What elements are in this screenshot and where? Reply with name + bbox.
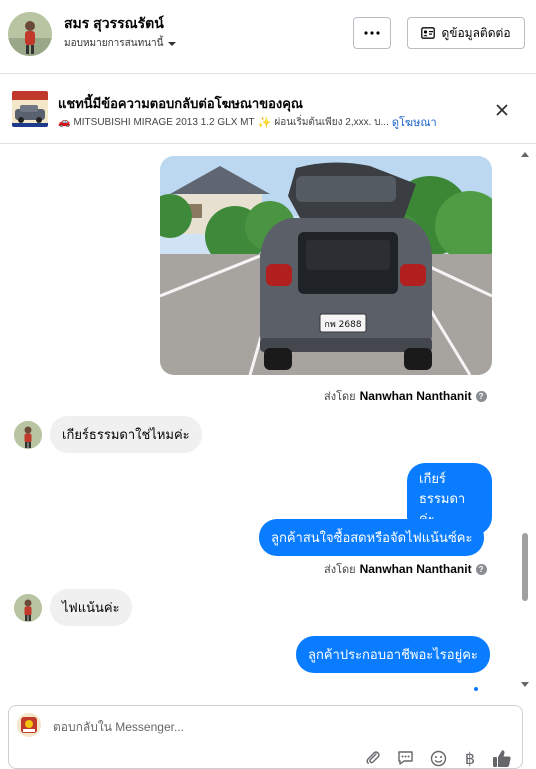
smiley-icon: [430, 750, 446, 766]
contact-name[interactable]: สมร สุวรรณรัตน์: [64, 13, 164, 35]
contact-avatar-small[interactable]: [14, 594, 42, 622]
contact-card-icon: [421, 27, 436, 39]
info-icon[interactable]: ?: [475, 563, 487, 575]
reply-composer: ฿: [8, 705, 523, 769]
payment-button[interactable]: ฿: [460, 748, 480, 768]
like-button[interactable]: [492, 748, 512, 768]
close-icon: [496, 104, 508, 116]
car-icon: 🚗: [58, 116, 71, 128]
sender-name: Nanwhan Nanthanit: [359, 389, 472, 403]
scroll-down-arrow[interactable]: [521, 682, 529, 687]
message-line: เกียร์: [419, 471, 446, 486]
reply-input[interactable]: [53, 718, 473, 736]
view-contact-label: ดูข้อมูลติดต่อ: [441, 25, 511, 40]
paperclip-icon: [366, 751, 380, 764]
read-receipt-indicator: [474, 687, 478, 691]
ad-banner-title: แชทนี้มีข้อความตอบกลับต่อโฆษณาของคุณ: [58, 96, 303, 111]
baht-icon: ฿: [464, 748, 476, 768]
sent-by-prefix: ส่งโดย: [324, 391, 356, 403]
assign-conversation-dropdown[interactable]: มอบหมายการสนทนานี้: [64, 36, 177, 51]
scroll-up-arrow[interactable]: [521, 152, 529, 157]
contact-avatar[interactable]: [8, 12, 52, 56]
message-image[interactable]: กพ 2688: [160, 156, 492, 375]
ad-price-text: ผ่อนเริ่มต้นเพียง 2,xxx. บ...: [274, 116, 389, 128]
incoming-message[interactable]: ไฟแน้นค่ะ: [50, 589, 132, 626]
sent-by-prefix: ส่งโดย: [324, 564, 356, 576]
message-thread[interactable]: กพ 2688 ส่งโดย Nanwhan Nanthanit ? เกียร…: [0, 145, 536, 700]
sparkle-icon: ✨: [257, 116, 272, 129]
outgoing-message[interactable]: ลูกค้าประกอบอาชีพอะไรอยู่คะ: [296, 636, 490, 673]
more-dots-icon: [364, 31, 380, 35]
sender-name: Nanwhan Nanthanit: [359, 562, 472, 576]
ad-product-name: MITSUBISHI MIRAGE 2013 1.2 GLX MT: [73, 116, 255, 128]
attach-button[interactable]: [363, 748, 383, 768]
ad-banner-subtitle: 🚗 MITSUBISHI MIRAGE 2013 1.2 GLX MT ✨ ผ่…: [58, 113, 458, 131]
more-options-button[interactable]: [353, 17, 391, 49]
chat-bubble-icon: [397, 751, 413, 765]
info-icon[interactable]: ?: [475, 390, 487, 402]
view-ad-link[interactable]: ดูโฆษณา: [392, 113, 437, 131]
incoming-message[interactable]: เกียร์ธรรมดาใช่ไหมค่ะ: [50, 416, 202, 453]
conversation-header: สมร สุวรรณรัตน์ มอบหมายการสนทนานี้ ดูข้อ…: [0, 0, 536, 74]
assign-label: มอบหมายการสนทนานี้: [64, 38, 164, 49]
sent-by-label: ส่งโดย Nanwhan Nanthanit ?: [324, 560, 487, 578]
thumbs-up-icon: [493, 749, 511, 767]
page-avatar: [17, 713, 41, 737]
emoji-button[interactable]: [428, 748, 448, 768]
contact-avatar-small[interactable]: [14, 421, 42, 449]
close-banner-button[interactable]: [490, 98, 514, 122]
saved-replies-button[interactable]: [395, 748, 415, 768]
view-contact-button[interactable]: ดูข้อมูลติดต่อ: [407, 17, 525, 49]
scrollbar-thumb[interactable]: [522, 533, 528, 601]
chat-scrollbar[interactable]: [518, 145, 532, 693]
license-plate-text: กพ 2688: [324, 320, 361, 330]
caret-down-icon: [168, 41, 177, 46]
ad-reply-banner: แชทนี้มีข้อความตอบกลับต่อโฆษณาของคุณ 🚗 M…: [0, 74, 536, 144]
ad-thumbnail[interactable]: [12, 91, 48, 127]
sent-by-label: ส่งโดย Nanwhan Nanthanit ?: [324, 387, 487, 405]
outgoing-message[interactable]: ลูกค้าสนใจซื้อสดหรือจัดไฟแน้นซ์คะ: [259, 519, 485, 556]
